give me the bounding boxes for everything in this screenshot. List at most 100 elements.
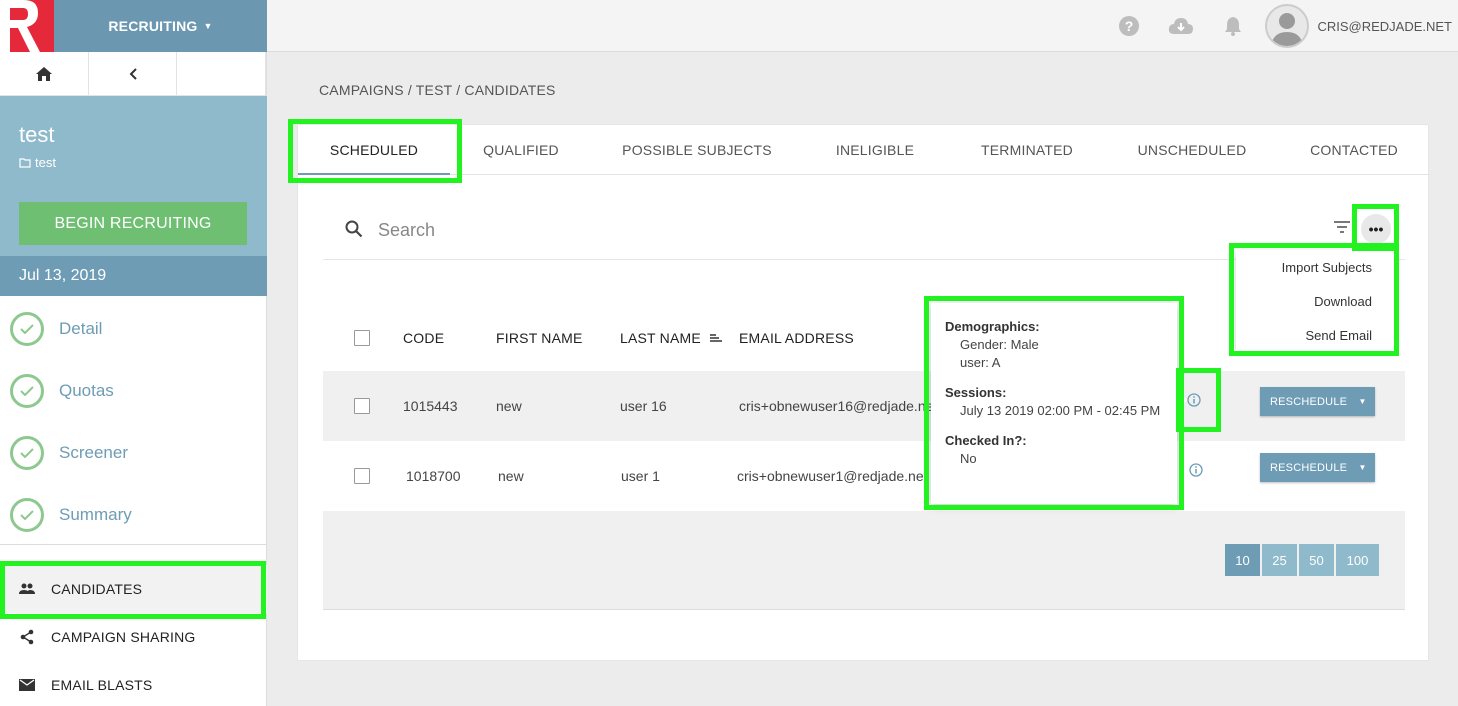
people-icon [19,583,35,594]
sidebar: test test BEGIN RECRUITING Jul 13, 2019 … [0,52,267,706]
page-size-selector: 10 25 50 100 [1225,544,1381,576]
table-row[interactable]: 1015443 new user 16 cris+obnewuser16@red… [323,371,1405,441]
table-footer: 10 25 50 100 [323,511,1405,610]
campaign-title: test [19,122,55,147]
sidebar-item-campaign-sharing[interactable]: CAMPAIGN SHARING [0,613,267,661]
caret-down-icon: ▼ [203,21,213,31]
sort-icon [709,334,722,342]
share-icon [20,629,34,645]
menu-item-import-subjects[interactable]: Import Subjects [1236,250,1394,284]
select-all-cell [354,306,370,370]
redjade-logo[interactable] [0,0,54,52]
column-header-label: LAST NAME [620,330,701,346]
popup-checked-in: No [960,451,977,466]
mail-icon [19,679,35,691]
campaign-steps: Detail Quotas Screener Summary [0,298,267,546]
cell-last-name: user 16 [620,398,667,414]
step-quotas[interactable]: Quotas [0,360,267,422]
tab-unscheduled[interactable]: UNSCHEDULED [1116,125,1268,175]
sidebar-item-candidates[interactable]: CANDIDATES [0,565,267,613]
sidebar-divider [0,544,267,545]
popup-user: user: A [960,355,1001,370]
back-button[interactable] [89,52,178,96]
select-all-checkbox[interactable] [354,330,370,346]
tab-possible-subjects[interactable]: POSSIBLE SUBJECTS [612,125,782,175]
reschedule-button[interactable]: RESCHEDULE ▼ [1260,453,1375,482]
info-icon[interactable] [1187,393,1201,412]
step-detail[interactable]: Detail [0,298,267,360]
row-checkbox[interactable] [354,398,370,414]
page-size-100[interactable]: 100 [1336,544,1379,576]
sidebar-nav [0,52,267,96]
popup-gender: Gender: Male [960,337,1039,352]
bell-icon[interactable] [1220,13,1246,39]
tab-label: QUALIFIED [483,142,559,158]
sidebar-item-label: CANDIDATES [51,581,143,597]
page-size-25[interactable]: 25 [1262,544,1297,576]
menu-item-download[interactable]: Download [1236,284,1394,318]
check-icon [10,312,44,346]
cell-code: 1018700 [406,468,461,484]
column-header-code[interactable]: CODE [403,306,444,370]
candidate-tabs: SCHEDULED QUALIFIED POSSIBLE SUBJECTS IN… [298,125,1430,175]
cell-first-name: new [496,398,522,414]
step-screener[interactable]: Screener [0,422,267,484]
step-summary[interactable]: Summary [0,484,267,546]
popup-sessions-label: Sessions: [945,385,1007,400]
popup-arrow [1177,390,1187,410]
svg-text:?: ? [1125,18,1134,34]
tab-contacted[interactable]: CONTACTED [1298,125,1410,175]
search-icon [345,220,363,243]
step-label: Quotas [59,381,114,400]
cloud-download-icon[interactable] [1168,13,1194,39]
breadcrumb: CAMPAIGNS / TEST / CANDIDATES [319,82,556,98]
begin-recruiting-button[interactable]: BEGIN RECRUITING [19,202,247,245]
caret-down-icon[interactable]: ▼ [1350,397,1375,406]
recruiting-menu[interactable]: RECRUITING ▼ [54,0,267,52]
column-header-first-name[interactable]: FIRST NAME [496,306,583,370]
sidebar-nav-empty [177,52,267,96]
table-row[interactable]: 1018700 new user 1 cris+obnewuser1@redja… [323,441,1405,511]
cell-last-name: user 1 [621,468,660,484]
user-avatar[interactable] [1265,4,1310,48]
check-icon [10,498,44,532]
popup-checked-in-label: Checked In?: [945,433,1027,448]
caret-down-icon[interactable]: ▼ [1350,463,1375,472]
page-size-10[interactable]: 10 [1225,544,1260,576]
info-icon[interactable] [1189,463,1203,482]
filter-icon[interactable] [1333,220,1351,239]
page-size-50[interactable]: 50 [1299,544,1334,576]
tab-label: INELIGIBLE [835,142,915,158]
more-options-button[interactable]: ••• [1361,214,1391,244]
column-header-last-name[interactable]: LAST NAME [620,306,723,370]
reschedule-label: RESCHEDULE [1270,395,1348,408]
candidate-info-popup: Demographics: Gender: Male user: A Sessi… [931,303,1177,504]
sidebar-item-email-blasts[interactable]: EMAIL BLASTS [0,661,267,706]
chevron-left-icon [129,68,137,80]
popup-demographics-label: Demographics: [945,319,1040,334]
row-checkbox-cell [354,371,370,441]
column-header-email[interactable]: EMAIL ADDRESS [739,306,854,370]
tab-terminated[interactable]: TERMINATED [968,125,1086,175]
menu-item-send-email[interactable]: Send Email [1236,318,1394,352]
tab-active-indicator [298,173,450,175]
recruiting-menu-label: RECRUITING [108,18,198,34]
home-button[interactable] [0,52,89,96]
tab-qualified[interactable]: QUALIFIED [460,125,582,175]
sidebar-item-label: EMAIL BLASTS [51,677,153,693]
help-icon[interactable]: ? [1116,13,1142,39]
user-email[interactable]: CRIS@REDJADE.NET [1317,19,1452,34]
search-input[interactable] [378,217,978,243]
candidates-panel: SCHEDULED QUALIFIED POSSIBLE SUBJECTS IN… [297,124,1430,661]
check-icon [10,436,44,470]
campaign-folder-label: test [35,155,56,170]
tab-label: UNSCHEDULED [1137,142,1247,158]
reschedule-button[interactable]: RESCHEDULE ▼ [1260,387,1375,416]
cell-first-name: new [498,468,524,484]
campaign-folder: test [19,155,56,170]
row-checkbox[interactable] [354,468,370,484]
sidebar-item-label: CAMPAIGN SHARING [51,629,196,645]
tab-ineligible[interactable]: INELIGIBLE [812,125,938,175]
cell-email: cris+obnewuser16@redjade.net [739,398,938,414]
tab-scheduled[interactable]: SCHEDULED [298,125,450,175]
